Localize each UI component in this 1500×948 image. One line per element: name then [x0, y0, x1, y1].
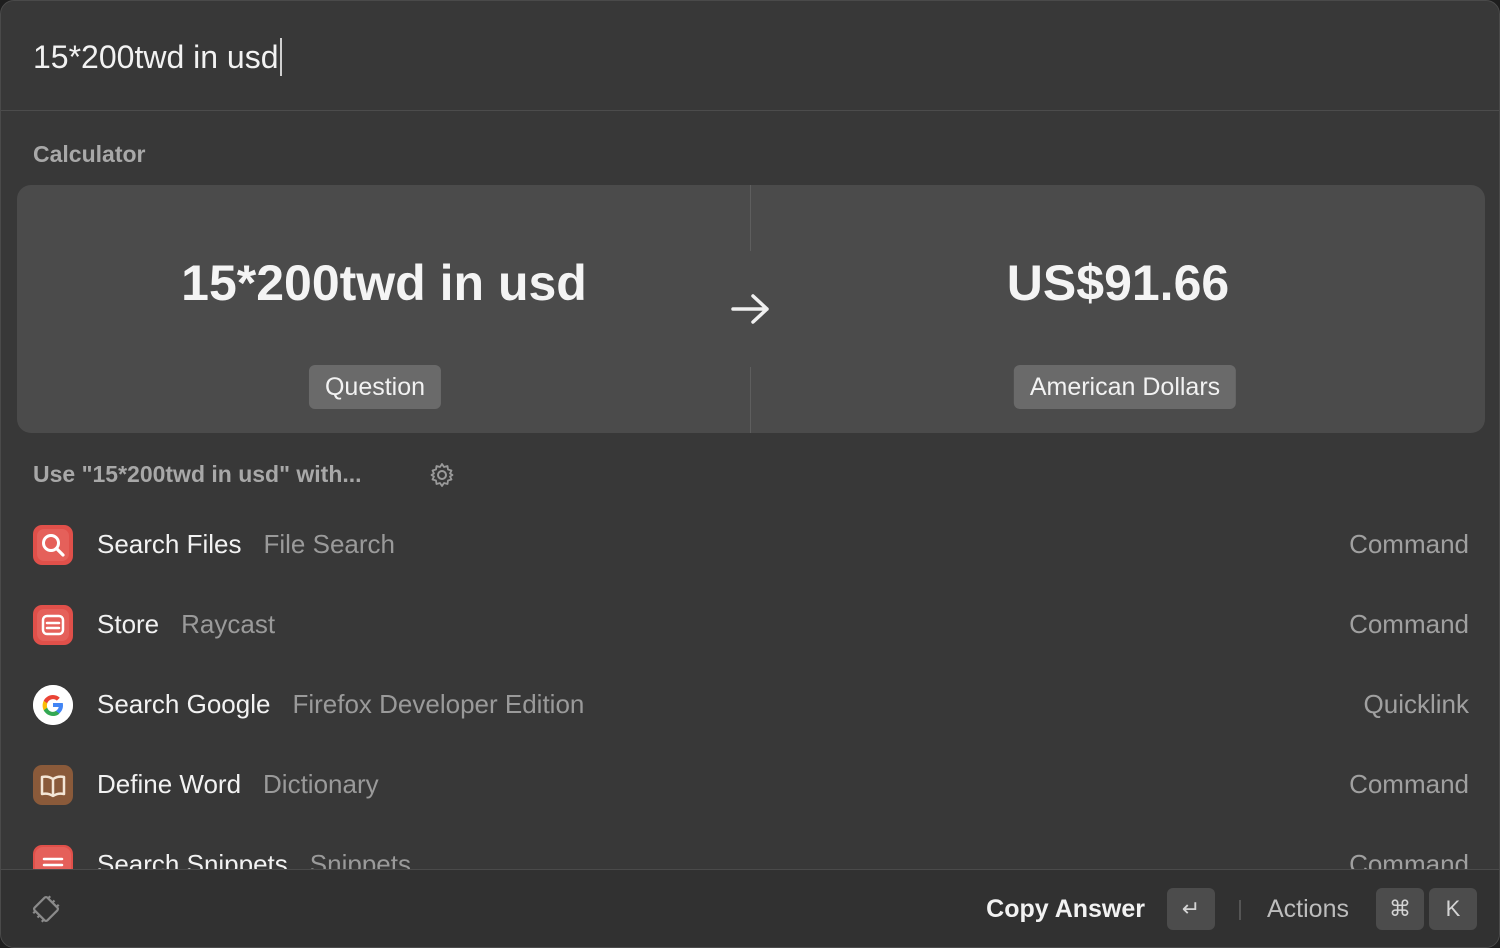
enter-key-hint: ↵: [1167, 888, 1215, 930]
question-badge: Question: [308, 365, 442, 409]
calculator-section-title: Calculator: [33, 141, 146, 167]
result-type: Command: [1349, 769, 1469, 799]
list-item[interactable]: Store Raycast Command: [17, 585, 1485, 665]
result-type: Command: [1349, 529, 1469, 559]
text-caret: [279, 38, 282, 76]
store-icon: [33, 605, 73, 645]
result-name: Define Word: [97, 769, 242, 799]
actions-button[interactable]: Actions: [1267, 892, 1349, 926]
list-item[interactable]: Define Word Dictionary Command: [17, 745, 1485, 825]
result-subtitle: File Search: [263, 529, 396, 559]
result-title: Store Raycast: [97, 607, 275, 641]
raycast-logo-icon[interactable]: [27, 890, 65, 928]
search-input[interactable]: 15*200twd in usd: [33, 35, 282, 79]
gear-icon[interactable]: [428, 461, 456, 489]
result-title: Search Google Firefox Developer Edition: [97, 687, 584, 721]
footer-divider: [1239, 900, 1241, 920]
result-name: Store: [97, 609, 160, 639]
list-item[interactable]: Search Files File Search Command: [17, 505, 1485, 585]
magnifier-icon: [33, 525, 73, 565]
copy-answer-button[interactable]: Copy Answer: [986, 892, 1145, 926]
calculator-card[interactable]: 15*200twd in usd Question US$91.66 Ameri…: [17, 185, 1485, 433]
search-bar[interactable]: 15*200twd in usd: [1, 1, 1499, 111]
calculator-question: 15*200twd in usd: [181, 255, 587, 311]
command-key-hint: ⌘: [1376, 888, 1424, 930]
result-title: Search Files File Search: [97, 527, 395, 561]
result-name: Search Google: [97, 689, 271, 719]
list-item[interactable]: Search Google Firefox Developer Edition Q…: [17, 665, 1485, 745]
result-name: Search Files: [97, 529, 242, 559]
result-type: Command: [1349, 609, 1469, 639]
use-with-section-title: Use "15*200twd in usd" with...: [33, 461, 362, 487]
result-subtitle: Dictionary: [263, 769, 379, 799]
google-icon: [33, 685, 73, 725]
k-key-hint: K: [1429, 888, 1477, 930]
calculator-answer: US$91.66: [1006, 255, 1230, 311]
action-bar: Copy Answer ↵ Actions ⌘ K: [1, 869, 1499, 947]
calculator-answer-panel: US$91.66 American Dollars: [751, 185, 1485, 433]
result-subtitle: Raycast: [181, 609, 276, 639]
calculator-question-panel: 15*200twd in usd Question: [17, 185, 751, 433]
result-subtitle: Firefox Developer Edition: [292, 689, 585, 719]
result-title: Define Word Dictionary: [97, 767, 379, 801]
search-query-text: 15*200twd in usd: [33, 39, 279, 75]
raycast-window: 15*200twd in usd Calculator 15*200twd in…: [0, 0, 1500, 948]
answer-unit-badge: American Dollars: [1013, 365, 1237, 409]
result-type: Quicklink: [1363, 689, 1469, 719]
book-icon: [33, 765, 73, 805]
